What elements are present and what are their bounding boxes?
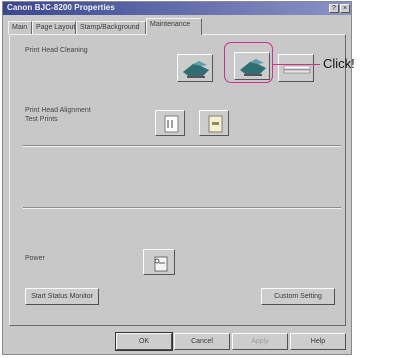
callout-line — [273, 64, 320, 65]
help-title-button[interactable]: ? — [329, 4, 339, 13]
print-head-cleaning-label: Print Head Cleaning — [25, 47, 88, 54]
roller-cleaning-button[interactable] — [278, 54, 314, 82]
power-label: Power — [25, 255, 45, 262]
print-head-alignment-label: Print Head Alignment Test Prints — [25, 107, 91, 123]
printer-properties-dialog: Canon BJC-8200 Properties ? × Main Page … — [2, 1, 352, 355]
ok-button[interactable]: OK — [115, 332, 173, 351]
separator-top — [23, 145, 341, 147]
title-bar[interactable]: Canon BJC-8200 Properties ? × — [3, 2, 351, 15]
click-callout-text: Click! — [323, 56, 355, 71]
nozzle-check-button[interactable] — [199, 110, 229, 136]
cleaning-icon — [183, 61, 209, 78]
start-status-monitor-button[interactable]: Start Status Monitor — [25, 288, 99, 305]
power-off-button[interactable] — [143, 249, 175, 275]
tab-main[interactable]: Main — [8, 21, 32, 34]
cleaning-button[interactable] — [177, 54, 213, 82]
power-off-icon — [154, 256, 168, 272]
nozzle-check-icon — [208, 115, 223, 133]
print-head-alignment-icon — [164, 115, 179, 133]
roller-cleaning-icon — [283, 65, 311, 74]
highlight-frame — [224, 42, 273, 83]
help-button[interactable]: Help — [290, 333, 346, 350]
tab-page-layout[interactable]: Page Layout — [32, 21, 76, 34]
tab-maintenance[interactable]: Maintenance — [146, 18, 202, 35]
print-head-alignment-button[interactable] — [155, 110, 185, 136]
separator-bottom — [23, 207, 341, 209]
tab-stamp-background[interactable]: Stamp/Background — [76, 21, 146, 34]
apply-button[interactable]: Apply — [232, 333, 288, 350]
window-title: Canon BJC-8200 Properties — [7, 3, 115, 12]
custom-setting-button[interactable]: Custom Setting — [261, 288, 335, 305]
cancel-button[interactable]: Cancel — [174, 333, 230, 350]
close-title-button[interactable]: × — [340, 4, 350, 13]
